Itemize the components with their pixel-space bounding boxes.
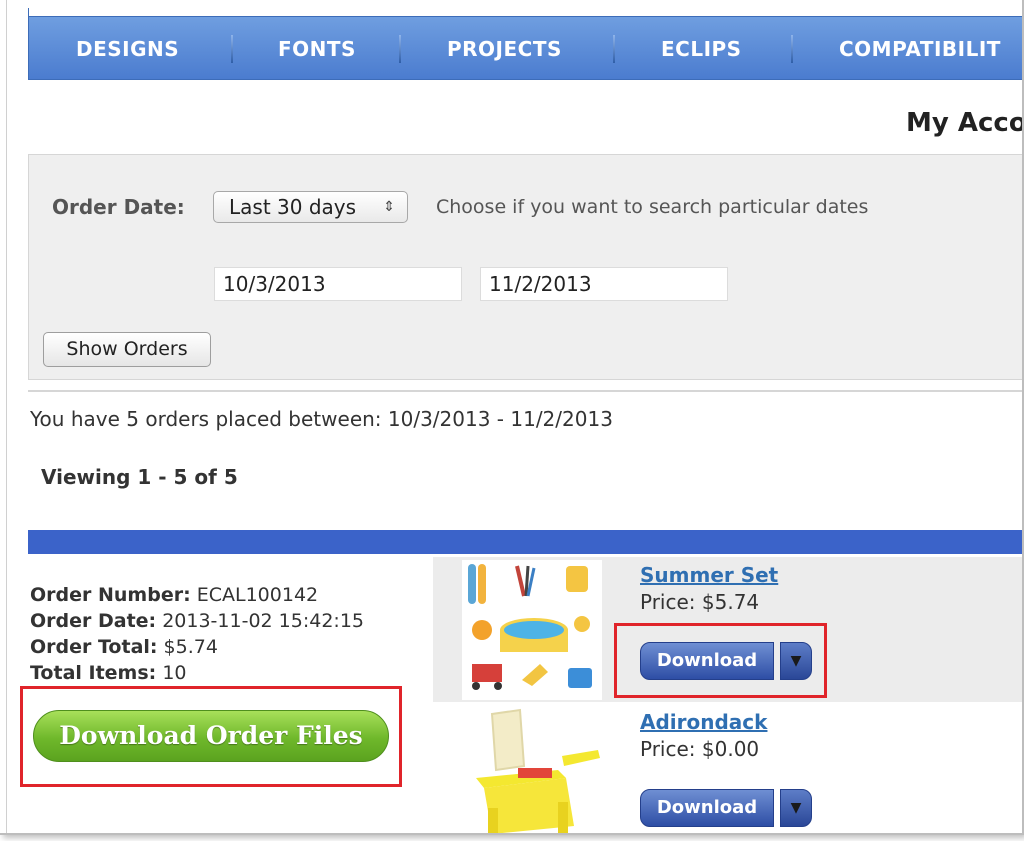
nav-item-projects[interactable]: PROJECTS: [447, 37, 562, 61]
nav-separator: [231, 35, 233, 63]
highlight-box-download-order: [20, 686, 402, 787]
orders-summary: You have 5 orders placed between: 10/3/2…: [30, 407, 613, 431]
nav-top-strip: [28, 8, 1022, 16]
download-button-adirondack[interactable]: Download: [640, 789, 774, 827]
order-total: $5.74: [163, 636, 218, 658]
page-frame: DESIGNS FONTS PROJECTS ECLIPS COMPATIBIL…: [0, 0, 1024, 835]
start-date-field[interactable]: 10/3/2013: [214, 267, 462, 301]
pagination-status: Viewing 1 - 5 of 5: [41, 465, 238, 489]
order-total-label: Order Total:: [30, 636, 158, 658]
nav-item-compatibility[interactable]: COMPATIBILIT: [839, 37, 1001, 61]
date-range-select[interactable]: Last 30 days ⇕: [213, 191, 408, 223]
order-details: Order Number: ECAL100142 Order Date: 201…: [30, 582, 364, 686]
section-divider: [28, 390, 1022, 392]
nav-item-fonts[interactable]: FONTS: [278, 37, 356, 61]
total-items: 10: [162, 662, 187, 684]
product-price: Price: $0.00: [640, 737, 760, 761]
order-number-row: Order Number: ECAL100142: [30, 582, 364, 608]
order-total-row: Order Total: $5.74: [30, 634, 364, 660]
nav-item-eclips[interactable]: ECLIPS: [661, 37, 742, 61]
summer-set-thumbnail[interactable]: [462, 560, 602, 700]
total-items-row: Total Items: 10: [30, 660, 364, 686]
nav-separator: [399, 35, 401, 63]
date-range-value: Last 30 days: [229, 195, 357, 219]
product-link-summer-set[interactable]: Summer Set: [640, 563, 778, 587]
select-arrows-icon: ⇕: [383, 199, 395, 215]
order-date-label: Order Date:: [30, 610, 157, 632]
nav-separator: [613, 35, 615, 63]
order-date-label: Order Date:: [52, 195, 185, 219]
page-title: My Acco: [906, 108, 1024, 138]
order-number-label: Order Number:: [30, 584, 191, 606]
end-date-field[interactable]: 11/2/2013: [480, 267, 728, 301]
left-rule: [6, 0, 7, 833]
chevron-down-icon[interactable]: ▼: [780, 789, 812, 827]
product-link-adirondack[interactable]: Adirondack: [640, 710, 767, 734]
show-orders-button[interactable]: Show Orders: [43, 332, 211, 367]
total-items-label: Total Items:: [30, 662, 157, 684]
date-hint-text: Choose if you want to search particular …: [436, 196, 869, 218]
main-nav: DESIGNS FONTS PROJECTS ECLIPS COMPATIBIL…: [28, 16, 1022, 80]
nav-separator: [791, 35, 793, 63]
order-date-row: Order Date: 2013-11-02 15:42:15: [30, 608, 364, 634]
product-price: Price: $5.74: [640, 590, 760, 614]
nav-item-designs[interactable]: DESIGNS: [76, 37, 179, 61]
orders-header-band: [28, 530, 1022, 554]
order-number: ECAL100142: [196, 584, 319, 606]
adirondack-thumbnail[interactable]: [462, 708, 602, 835]
order-date: 2013-11-02 15:42:15: [162, 610, 364, 632]
highlight-box-download-product: [614, 623, 827, 698]
